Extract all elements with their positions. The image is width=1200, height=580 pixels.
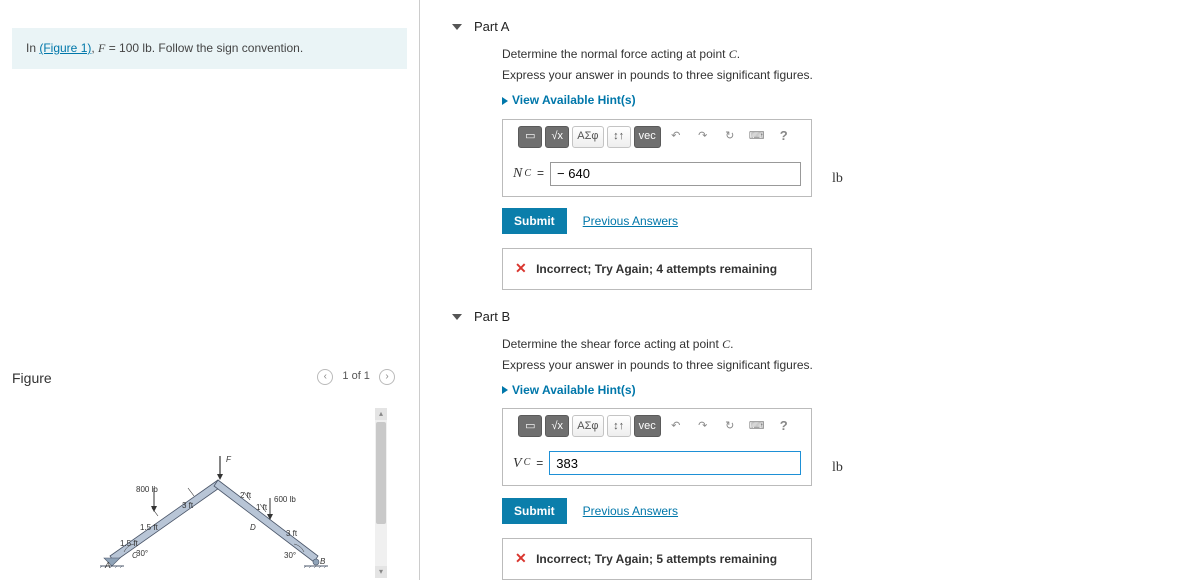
part-b-sub: C: [524, 456, 531, 470]
arrow-right-icon: [502, 97, 508, 105]
equals-sign: =: [536, 455, 543, 472]
keyboard-button[interactable]: ⌨: [745, 415, 769, 437]
part-b-submit-button[interactable]: Submit: [502, 498, 567, 524]
part-b-previous-answers[interactable]: Previous Answers: [583, 503, 678, 520]
angle-right: 30°: [284, 551, 296, 560]
dim-15b: 1.5 ft: [120, 539, 139, 548]
figure-counter: 1 of 1: [342, 370, 370, 382]
part-b-answer-input[interactable]: [549, 451, 801, 475]
part-a-input-block: ▭ √x ΑΣφ ↕↑ vec ↶ ↷ ↻ ⌨ ? NC =: [502, 119, 812, 197]
point-A: A: [104, 561, 110, 568]
truss-diagram: F 800 lb 600 lb 3 ft 2 ft 1 ft 3 ft: [100, 448, 330, 568]
part-a-toolbar: ▭ √x ΑΣφ ↕↑ vec ↶ ↷ ↻ ⌨ ?: [503, 120, 811, 154]
part-a-prompt: Determine the normal force acting at poi…: [502, 46, 1176, 63]
help-button[interactable]: ?: [772, 415, 796, 437]
part-a-unit: lb: [832, 171, 843, 186]
point-B: B: [320, 557, 326, 566]
part-b-input-block: ▭ √x ΑΣφ ↕↑ vec ↶ ↷ ↻ ⌨ ? VC =: [502, 408, 812, 486]
part-a-header[interactable]: Part A: [452, 18, 1176, 36]
dim-2ft: 2 ft: [240, 491, 252, 500]
ps-prefix: In: [26, 41, 39, 55]
part-a-feedback: ✕ Incorrect; Try Again; 4 attempts remai…: [502, 248, 812, 290]
dim-15a: 1.5 ft: [140, 523, 159, 532]
figure-scrollbar[interactable]: ▴ ▾: [375, 408, 387, 578]
point-C: C: [132, 551, 138, 560]
problem-statement: In (Figure 1), F = 100 lb. Follow the si…: [12, 28, 407, 69]
undo-button[interactable]: ↶: [664, 415, 688, 437]
part-a-instructions: Express your answer in pounds to three s…: [502, 67, 1176, 84]
part-b-feedback: ✕ Incorrect; Try Again; 5 attempts remai…: [502, 538, 812, 580]
figure-area: ▴ ▾: [30, 408, 389, 578]
help-button[interactable]: ?: [772, 126, 796, 148]
ps-eq: = 100: [105, 41, 142, 55]
part-b-hints[interactable]: View Available Hint(s): [502, 382, 1176, 399]
right-panel: Part A Determine the normal force acting…: [420, 0, 1200, 580]
figure-nav: ‹ 1 of 1 ›: [315, 369, 397, 385]
error-icon: ✕: [515, 260, 527, 276]
part-b-header[interactable]: Part B: [452, 308, 1176, 326]
part-a-title: Part A: [474, 18, 509, 36]
label-800: 800 lb: [136, 485, 158, 494]
part-a-sub: C: [524, 167, 531, 181]
part-a-answer-row: NC =: [503, 154, 811, 196]
templates-button[interactable]: ▭: [518, 126, 542, 148]
math-button[interactable]: √x: [545, 415, 569, 437]
part-b-var: V: [513, 454, 522, 474]
angle-left: 30°: [136, 549, 148, 558]
undo-button[interactable]: ↶: [664, 126, 688, 148]
part-b-answer-row: VC =: [503, 443, 811, 485]
reset-button[interactable]: ↻: [718, 415, 742, 437]
chevron-down-icon: [452, 314, 462, 320]
part-b-body: Determine the shear force acting at poin…: [502, 336, 1176, 580]
greek-button[interactable]: ΑΣφ: [572, 126, 603, 148]
chevron-down-icon: [452, 24, 462, 30]
arrows-button[interactable]: ↕↑: [607, 415, 631, 437]
greek-button[interactable]: ΑΣφ: [572, 415, 603, 437]
error-icon: ✕: [515, 550, 527, 566]
scroll-thumb[interactable]: [376, 422, 386, 524]
part-b-instructions: Express your answer in pounds to three s…: [502, 357, 1176, 374]
part-a-feedback-text: Incorrect; Try Again; 4 attempts remaini…: [536, 262, 777, 276]
part-a-answer-input[interactable]: [550, 162, 801, 186]
vec-button[interactable]: vec: [634, 415, 661, 437]
dim-3ft-b: 3 ft: [286, 529, 298, 538]
dim-1ft: 1 ft: [256, 503, 268, 512]
figure-title: Figure: [12, 370, 52, 386]
ps-suffix: . Follow the sign convention.: [152, 41, 303, 55]
part-a-body: Determine the normal force acting at poi…: [502, 46, 1176, 290]
arrow-right-icon: [502, 386, 508, 394]
part-a-submit-button[interactable]: Submit: [502, 208, 567, 234]
arrows-button[interactable]: ↕↑: [607, 126, 631, 148]
figure-prev-button[interactable]: ‹: [317, 369, 333, 385]
part-b-title: Part B: [474, 308, 510, 326]
figure-next-button[interactable]: ›: [379, 369, 395, 385]
templates-button[interactable]: ▭: [518, 415, 542, 437]
part-a-var: N: [513, 164, 522, 184]
math-button[interactable]: √x: [545, 126, 569, 148]
label-600: 600 lb: [274, 495, 296, 504]
redo-button[interactable]: ↷: [691, 126, 715, 148]
keyboard-button[interactable]: ⌨: [745, 126, 769, 148]
left-panel: In (Figure 1), F = 100 lb. Follow the si…: [0, 0, 420, 580]
equals-sign: =: [537, 165, 544, 182]
ps-unit: lb: [142, 41, 151, 55]
part-b-feedback-text: Incorrect; Try Again; 5 attempts remaini…: [536, 552, 777, 566]
scroll-down-icon[interactable]: ▾: [375, 566, 387, 578]
vec-button[interactable]: vec: [634, 126, 661, 148]
scroll-up-icon[interactable]: ▴: [375, 408, 387, 420]
dim-3ft-a: 3 ft: [182, 501, 194, 510]
point-D: D: [250, 523, 256, 532]
figure-section: Figure ‹ 1 of 1 › ▴ ▾: [0, 369, 419, 579]
part-b-actions: Submit Previous Answers: [502, 498, 1176, 524]
part-a-actions: Submit Previous Answers: [502, 208, 1176, 234]
reset-button[interactable]: ↻: [718, 126, 742, 148]
part-b-unit: lb: [832, 460, 843, 475]
part-b-prompt: Determine the shear force acting at poin…: [502, 336, 1176, 353]
label-F: F: [226, 455, 232, 464]
part-a-previous-answers[interactable]: Previous Answers: [583, 213, 678, 230]
redo-button[interactable]: ↷: [691, 415, 715, 437]
part-a-hints[interactable]: View Available Hint(s): [502, 92, 1176, 109]
part-b-toolbar: ▭ √x ΑΣφ ↕↑ vec ↶ ↷ ↻ ⌨ ?: [503, 409, 811, 443]
figure-link[interactable]: (Figure 1): [39, 41, 91, 55]
